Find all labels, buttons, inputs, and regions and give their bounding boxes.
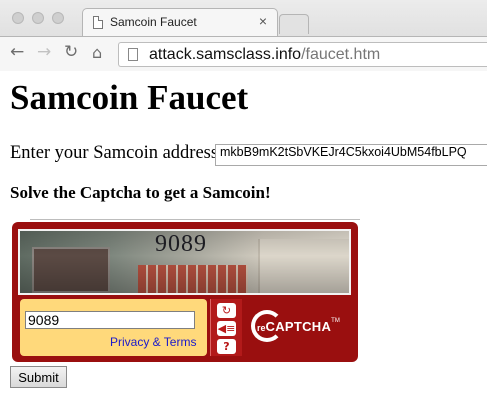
browser-chrome: Samcoin Faucet × ← → ↻ ⌂ attack.samsclas… [0,0,487,71]
tab-title: Samcoin Faucet [110,15,197,29]
reload-icon[interactable]: ↻ [217,303,236,318]
logo-tm: TM [331,318,340,324]
logo-captcha: CAPTCHA [265,319,332,334]
audio-icon[interactable]: ◀≡ [217,321,236,336]
logo-re: re [257,323,266,333]
back-arrow-icon[interactable]: ← [10,42,24,62]
new-tab-button[interactable] [279,14,309,34]
address-bar[interactable]: attack.samsclass.info/faucet.htm [118,42,487,67]
submit-button[interactable]: Submit [10,366,67,388]
forward-arrow-icon[interactable]: → [37,42,51,62]
browser-tab[interactable]: Samcoin Faucet × [82,8,278,36]
home-icon[interactable]: ⌂ [92,43,102,62]
url-host: attack.samsclass.info [149,46,302,63]
tab-close-icon[interactable]: × [259,13,267,29]
window-close-button[interactable] [12,12,24,24]
samcoin-address-input[interactable]: mkbB9mK2tSbVKEJr4C5kxoi4UbM54fbLPQ [215,144,487,166]
reload-icon[interactable]: ↻ [64,42,78,62]
url-path: /faucet.htm [301,46,381,63]
recaptcha-wordmark: reCAPTCHATM [257,318,340,336]
page-title: Samcoin Faucet [10,78,249,117]
document-icon [93,16,103,29]
captcha-heading: Solve the Captcha to get a Samcoin! [10,183,271,202]
window-minimize-button[interactable] [32,12,44,24]
help-icon[interactable]: ? [217,339,236,354]
captcha-challenge-image: 9089 [18,229,351,295]
challenge-number: 9089 [155,231,207,257]
address-label: Enter your Samcoin address: [10,143,224,163]
window-maximize-button[interactable] [52,12,64,24]
browser-toolbar: ← → ↻ ⌂ attack.samsclass.info/faucet.htm [0,36,487,71]
privacy-terms-link[interactable]: Privacy & Terms [110,335,196,349]
url-text: attack.samsclass.info/faucet.htm [149,43,380,66]
captcha-response-input[interactable]: 9089 [25,311,195,329]
page-icon [128,48,138,61]
divider [30,219,360,220]
